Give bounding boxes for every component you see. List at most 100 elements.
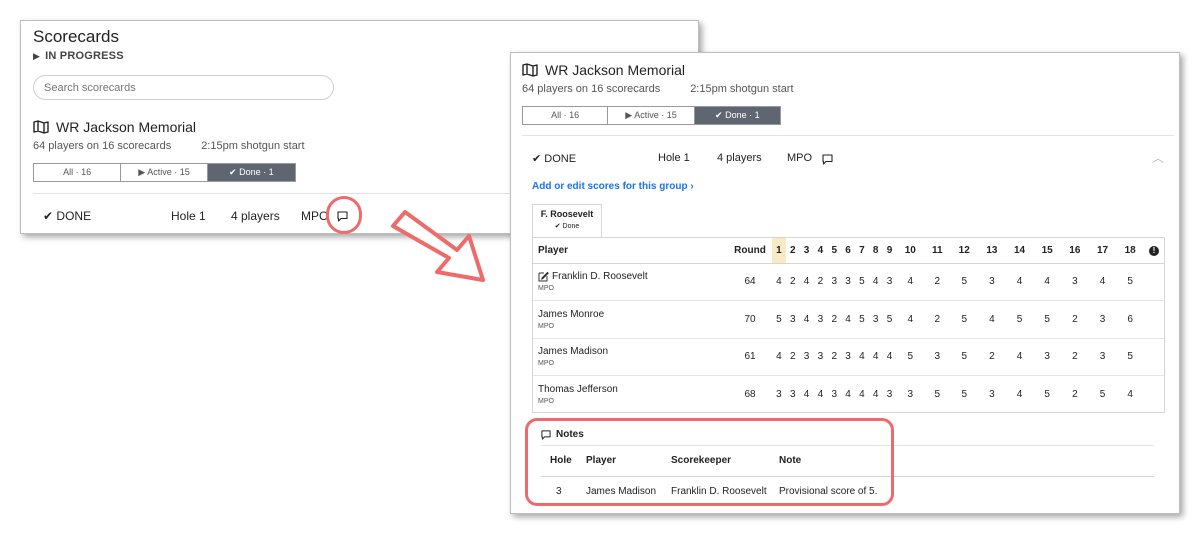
hole-score: 2: [924, 300, 951, 339]
filter-all[interactable]: All · 16: [34, 164, 122, 181]
hole-score: 3: [1061, 263, 1089, 301]
filter-done[interactable]: ✔ Done · 1: [694, 107, 780, 124]
event-name: WR Jackson Memorial: [545, 62, 686, 78]
hole-score: 3: [1033, 338, 1062, 376]
hole-score: 5: [896, 338, 925, 376]
hole-score: 4: [1088, 263, 1117, 301]
check-icon: ✔: [532, 153, 542, 165]
hole-score: 4: [772, 338, 786, 376]
hole-score: 2: [827, 300, 842, 339]
hole-header: 4: [813, 238, 828, 264]
hole-score: 4: [896, 263, 925, 301]
hole-score: 3: [789, 389, 796, 400]
collapse-chevron-icon[interactable]: ︿: [1152, 149, 1164, 166]
hole-score: 2: [827, 338, 842, 376]
search-input[interactable]: [33, 75, 334, 100]
hole-score: 5: [1033, 300, 1062, 339]
play-icon: ▶: [33, 50, 41, 61]
hole-score: 2: [1061, 338, 1089, 376]
players-meta: 64 players on 16 scorecards: [522, 83, 661, 95]
hole-score: 4: [1005, 338, 1034, 376]
edit-icon: [538, 272, 549, 282]
hole-header: 1: [772, 238, 786, 264]
hole-score: 5: [854, 263, 869, 301]
in-progress-label: IN PROGRESS: [45, 50, 124, 62]
tab-status: ✔ Done: [554, 223, 580, 230]
player-name: Thomas Jefferson: [538, 384, 618, 395]
hole-score: 4: [799, 300, 814, 339]
filter-active[interactable]: ▶ Active · 15: [121, 164, 208, 181]
hole-score: 3: [827, 263, 842, 301]
group-status[interactable]: ✔ DONE: [532, 152, 576, 165]
group-players: 4 players: [717, 152, 762, 164]
comment-button[interactable]: [822, 152, 833, 170]
hole-header: 8: [868, 238, 883, 264]
player-division: MPO: [538, 285, 554, 293]
group-status[interactable]: ✔ DONE: [43, 209, 91, 223]
map-icon: [33, 120, 49, 134]
hole-score: 4: [868, 338, 883, 376]
filter-all[interactable]: All · 16: [523, 107, 609, 124]
round-column-header: Round: [728, 238, 772, 264]
group-division: MPO: [787, 152, 813, 164]
info-button[interactable]: !: [1144, 238, 1164, 264]
arrow-icon: [391, 210, 485, 282]
hole-score: 5: [1116, 338, 1144, 376]
hole-score: 5: [772, 300, 786, 339]
comment-icon: [822, 154, 833, 165]
hole-score: 5: [1099, 389, 1106, 400]
hole-score: 4: [859, 389, 865, 400]
tab-player-name: F. Roosevelt: [540, 209, 594, 219]
hole-score: 4: [1005, 263, 1034, 301]
hole-header: 11: [924, 238, 951, 264]
table-row: James Madison MPO 61 4 2 3 3 2 3 4 4 4 5 3 5 2 4 3 2 3 5: [533, 338, 1164, 376]
player-column-header: Player: [533, 238, 728, 264]
hole-score: 4: [1016, 389, 1023, 400]
hole-score: 2: [813, 263, 828, 301]
hole-header: 2: [785, 238, 800, 264]
player-division: MPO: [538, 360, 554, 368]
hole-score: 5: [934, 389, 941, 400]
hole-header: 12: [950, 238, 979, 264]
hole-score: 3: [989, 389, 995, 400]
hole-score: 4: [1033, 263, 1062, 301]
round-total: 68: [744, 389, 756, 400]
scorecard-tab[interactable]: F. Roosevelt ✔ Done: [532, 204, 602, 238]
hole-score: 5: [1044, 389, 1050, 400]
filter-done[interactable]: ✔ Done · 1: [207, 164, 295, 181]
hole-score: 4: [872, 389, 879, 400]
hole-score: 2: [924, 263, 951, 301]
edit-scores-link[interactable]: Add or edit scores for this group ›: [532, 181, 694, 192]
filter-active[interactable]: ▶ Active · 15: [608, 107, 695, 124]
hole-score: 4: [772, 263, 786, 301]
filter-segment: All · 16 ▶ Active · 15 ✔ Done · 1: [33, 163, 296, 182]
hole-header: 6: [841, 238, 855, 264]
hole-score: 5: [961, 389, 967, 400]
hole-header: 5: [827, 238, 842, 264]
round-total: 70: [728, 300, 772, 339]
info-icon: !: [1149, 245, 1159, 256]
hole-header: 7: [854, 238, 869, 264]
hole-score: 3: [776, 389, 782, 400]
event-name: WR Jackson Memorial: [56, 119, 197, 135]
map-icon: [522, 63, 538, 77]
hole-score: 4: [978, 300, 1006, 339]
hole-score: 3: [924, 338, 951, 376]
hole-score: 3: [868, 300, 883, 339]
start-meta: 2:15pm shotgun start: [690, 83, 794, 95]
hole-header: 14: [1005, 238, 1034, 264]
hole-score: 3: [1088, 300, 1117, 339]
in-progress-toggle[interactable]: ▶ IN PROGRESS: [33, 50, 124, 62]
page-title: Scorecards: [33, 27, 119, 46]
start-meta: 2:15pm shotgun start: [201, 140, 305, 152]
round-total: 61: [728, 338, 772, 376]
group-hole: Hole 1: [171, 209, 206, 223]
hole-score: 5: [1116, 263, 1144, 301]
hole-score: 4: [803, 389, 810, 400]
divider: [522, 135, 1174, 136]
group-players: 4 players: [231, 209, 280, 223]
hole-header: 10: [896, 238, 925, 264]
hole-score: 5: [950, 300, 979, 339]
hole-score: 4: [845, 389, 851, 400]
hole-score: 3: [785, 300, 800, 339]
